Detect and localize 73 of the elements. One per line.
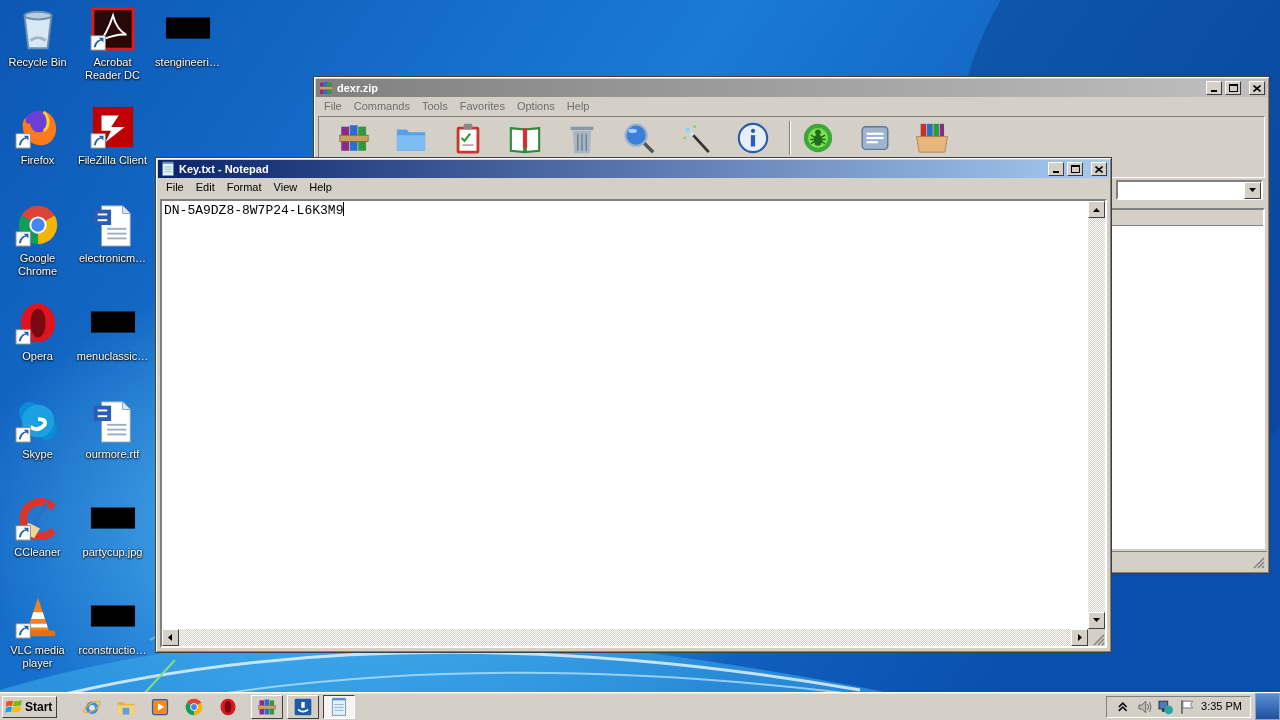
menu-item[interactable]: Favorites (453, 98, 511, 115)
books-icon (318, 80, 334, 96)
icon-label[interactable]: rconstructio… (75, 644, 150, 657)
vertical-scrollbar[interactable] (1088, 201, 1105, 629)
close-button[interactable] (1091, 162, 1107, 176)
scroll-down-button[interactable] (1088, 612, 1105, 629)
dropdown-button[interactable] (1244, 182, 1261, 199)
path-dropdown[interactable] (1116, 180, 1263, 200)
horizontal-scrollbar[interactable] (162, 629, 1088, 646)
arrow-icon (1249, 187, 1256, 194)
scroll-up-button[interactable] (1088, 201, 1105, 218)
arrow-icon (1093, 206, 1100, 213)
icon-label[interactable]: stengineeri… (150, 56, 225, 69)
arrow-icon (1093, 617, 1100, 624)
text-cursor (343, 202, 345, 216)
icon-label[interactable]: FileZilla Client (75, 154, 150, 167)
arrow-icon (1076, 634, 1083, 641)
network-icon[interactable] (1158, 698, 1174, 715)
size-grip-icon[interactable] (1253, 557, 1265, 569)
icon-label[interactable]: Recycle Bin (0, 56, 75, 69)
scroll-right-button[interactable] (1071, 629, 1088, 646)
flag-icon[interactable] (1179, 698, 1195, 715)
show-desktop-button[interactable] (1255, 693, 1280, 720)
menu-item[interactable]: Commands (347, 98, 416, 115)
windows-logo-icon (5, 698, 23, 715)
taskbar-button[interactable] (323, 694, 356, 719)
menu-item[interactable]: Edit (189, 179, 221, 196)
icon-label[interactable]: Firefox (0, 154, 75, 167)
minimize-icon (1053, 170, 1059, 173)
maximize-button[interactable] (1225, 81, 1241, 95)
play-icon (150, 696, 171, 717)
close-icon (1095, 165, 1103, 173)
icon-label[interactable]: Acrobat Reader DC (75, 56, 150, 82)
menu-item[interactable]: Format (220, 179, 268, 196)
window-title: Key.txt - Notepad (179, 161, 270, 177)
icon-label[interactable]: CCleaner (0, 546, 75, 559)
menu-item[interactable]: Options (510, 98, 561, 115)
icon-label[interactable]: Google Chrome (0, 252, 75, 278)
maximize-button[interactable] (1067, 162, 1083, 176)
arrow-icon (167, 634, 174, 641)
icon-label[interactable]: Skype (0, 448, 75, 461)
bug-icon (801, 121, 835, 155)
info-icon (735, 121, 770, 155)
icon-label[interactable]: ourmore.rtf (75, 448, 150, 461)
minimize-button[interactable] (1048, 162, 1064, 176)
notepad-icon (160, 161, 176, 177)
maximize-icon (1228, 84, 1238, 92)
maximize-icon (1070, 165, 1080, 173)
minimize-button[interactable] (1206, 81, 1222, 95)
icon-label[interactable]: electronicm… (75, 252, 150, 265)
menu-item[interactable]: File (160, 179, 190, 196)
menu-item[interactable]: File (318, 98, 348, 115)
menu-item[interactable]: Tools (416, 98, 454, 115)
editor-text: DN-5A9DZ8-8W7P24-L6K3M9 (164, 203, 344, 218)
start-button[interactable]: Start (2, 695, 58, 718)
icon-label[interactable]: Opera (0, 350, 75, 363)
box-icon (914, 121, 949, 155)
menu-item[interactable]: View (267, 179, 304, 196)
scroll-left-button[interactable] (162, 629, 179, 646)
speaker-icon[interactable] (1136, 698, 1152, 715)
menu-item[interactable]: Help (560, 98, 596, 115)
close-button[interactable] (1249, 81, 1265, 95)
window-title: dexr.zip (337, 80, 379, 96)
ring-wheel-icon (184, 696, 205, 717)
menu-item[interactable]: Help (303, 179, 338, 196)
icon-label[interactable]: VLC media player (0, 644, 75, 670)
icon-label[interactable]: partycup.jpg (75, 546, 150, 559)
size-grip-icon[interactable] (1093, 634, 1105, 646)
clock[interactable]: 3:35 PM (1201, 698, 1242, 715)
icon-label[interactable]: menuclassic… (75, 350, 150, 363)
magnifier-icon (621, 121, 656, 155)
close-icon (1253, 84, 1261, 92)
minimize-icon (1211, 89, 1217, 92)
